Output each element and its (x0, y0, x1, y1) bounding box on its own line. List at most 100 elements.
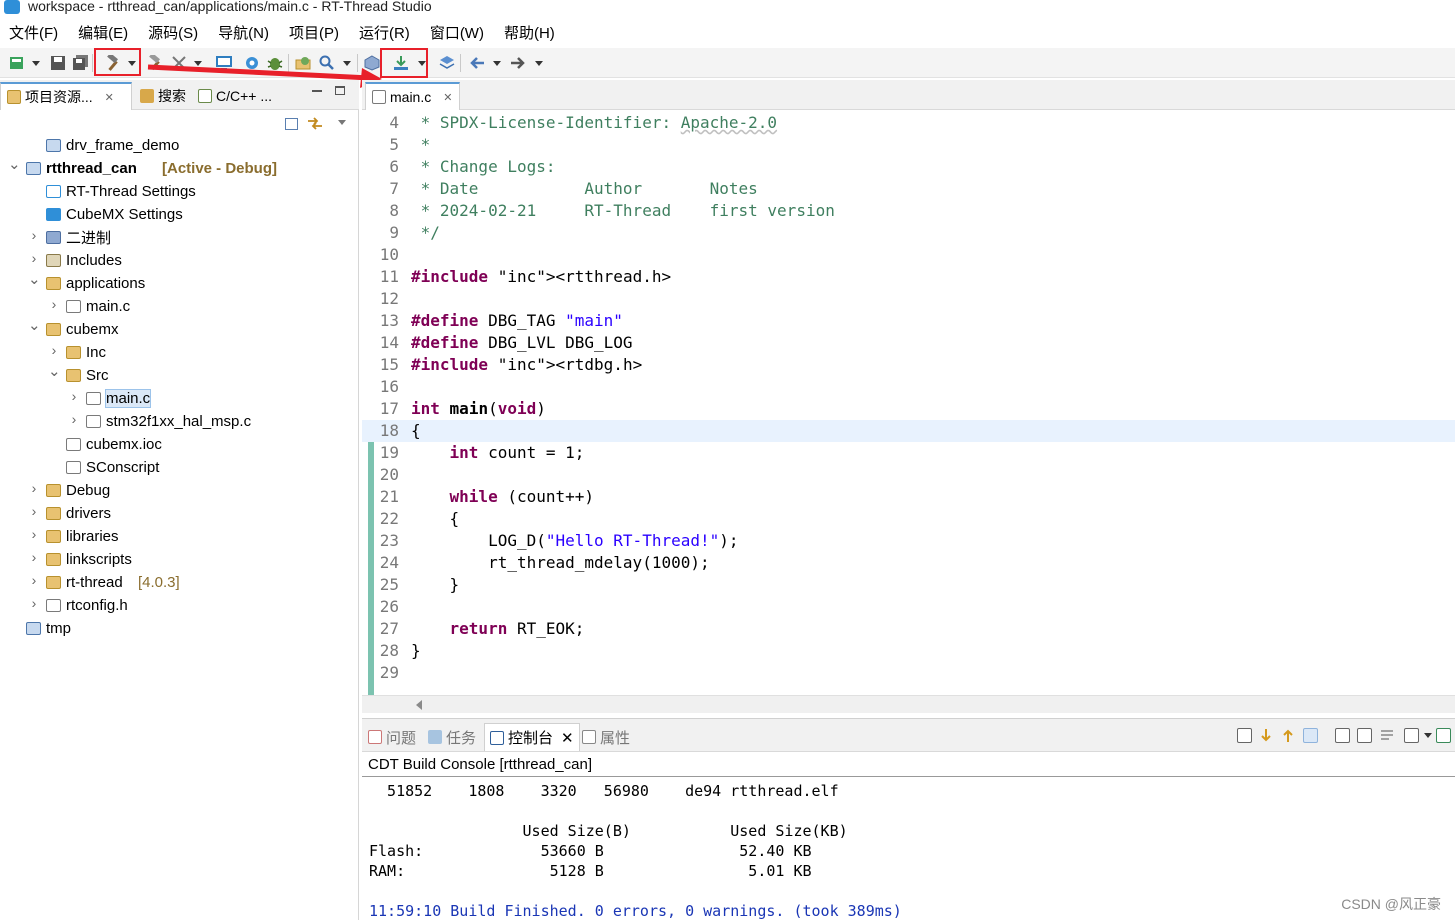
next-icon[interactable] (1259, 728, 1274, 743)
code-line[interactable]: 22 { (362, 508, 1455, 530)
clear-console-icon[interactable] (1237, 728, 1252, 743)
chevron-down-icon[interactable]: ⌄ (8, 155, 21, 173)
tree-item[interactable]: CubeMX Settings (0, 203, 359, 226)
code-line[interactable]: 4 * SPDX-License-Identifier: Apache-2.0 (362, 112, 1455, 134)
tree-item-label: rt-thread (66, 574, 123, 591)
chevron-down-icon[interactable]: ⌄ (48, 362, 61, 380)
code-line[interactable]: 6 * Change Logs: (362, 156, 1455, 178)
code-line[interactable]: 15 #include "inc"><rtdbg.h> (362, 354, 1455, 376)
tab-project-explorer[interactable]: 项目资源... ✕ (0, 82, 132, 110)
tab-properties[interactable]: 属性 (582, 723, 630, 751)
tree-item[interactable]: › libraries (0, 525, 359, 548)
code-line[interactable]: 5 * (362, 134, 1455, 156)
code-line[interactable]: 27 return RT_EOK; (362, 618, 1455, 640)
code-line[interactable]: 9 */ (362, 222, 1455, 244)
tab-tasks[interactable]: 任务 (428, 723, 476, 751)
chevron-right-icon[interactable]: › (28, 227, 40, 243)
code-line[interactable]: 19 int count = 1; (362, 442, 1455, 464)
code-line[interactable]: 29 (362, 662, 1455, 684)
tree-item[interactable]: RT-Thread Settings (0, 180, 359, 203)
code-line[interactable]: 28} (362, 640, 1455, 662)
tree-item[interactable]: › Includes (0, 249, 359, 272)
scroll-lock-icon[interactable] (1303, 728, 1318, 743)
code-editor[interactable]: 4 * SPDX-License-Identifier: Apache-2.0 5… (362, 112, 1455, 704)
line-number: 26 (379, 597, 399, 616)
collapse-all-icon[interactable] (285, 118, 298, 130)
close-icon[interactable]: ✕ (443, 91, 452, 104)
maximize-icon[interactable] (335, 86, 345, 95)
tab-console[interactable]: 控制台 ✕ (484, 723, 580, 751)
code-line[interactable]: 10 (362, 244, 1455, 266)
code-line[interactable]: 14 #define DBG_LVL DBG_LOG (362, 332, 1455, 354)
c-file-icon (66, 300, 81, 313)
tree-item[interactable]: › Debug (0, 479, 359, 502)
folder-icon (46, 553, 61, 566)
chevron-right-icon[interactable]: › (28, 503, 40, 519)
tab-cpp[interactable]: C/C++ ... (192, 82, 278, 110)
link-editor-icon[interactable] (307, 116, 323, 131)
code-line[interactable]: 25 } (362, 574, 1455, 596)
tree-item[interactable]: › main.c (0, 387, 359, 410)
chevron-right-icon[interactable]: › (68, 388, 80, 404)
chevron-right-icon[interactable]: › (28, 549, 40, 565)
chevron-right-icon[interactable]: › (48, 342, 60, 358)
code-line[interactable]: 26 (362, 596, 1455, 618)
tree-item[interactable]: drv_frame_demo (0, 134, 359, 157)
tree-item[interactable]: › drivers (0, 502, 359, 525)
close-icon[interactable]: ✕ (561, 729, 574, 747)
tree-item[interactable]: › rtconfig.h (0, 594, 359, 617)
tab-main-c[interactable]: main.c ✕ (365, 82, 460, 110)
code-line[interactable]: 18 { (362, 420, 1455, 442)
tree-item[interactable]: › rt-thread [4.0.3] (0, 571, 359, 594)
folder-icon (46, 323, 61, 336)
horizontal-scrollbar[interactable] (362, 695, 1455, 713)
chevron-down-icon[interactable] (1424, 733, 1432, 738)
scroll-left-icon[interactable] (416, 700, 422, 710)
code-line[interactable]: 17 int main(void) (362, 398, 1455, 420)
minimize-icon[interactable] (312, 90, 322, 92)
tree-item[interactable]: ⌄ rtthread_can [Active - Debug] (0, 155, 359, 180)
chevron-right-icon[interactable]: › (28, 480, 40, 496)
new-console-icon[interactable] (1436, 728, 1451, 743)
chevron-right-icon[interactable]: › (28, 526, 40, 542)
tree-item[interactable]: ⌄ cubemx (0, 316, 359, 341)
code-line[interactable]: 23 LOG_D("Hello RT-Thread!"); (362, 530, 1455, 552)
tree-item[interactable]: tmp (0, 617, 359, 640)
code-line[interactable]: 24 rt_thread_mdelay(1000); (362, 552, 1455, 574)
code-line[interactable]: 21 while (count++) (362, 486, 1455, 508)
previous-icon[interactable] (1281, 728, 1296, 743)
display-console-icon[interactable] (1357, 728, 1372, 743)
tab-problems[interactable]: 问题 (368, 723, 416, 751)
chevron-right-icon[interactable]: › (28, 572, 40, 588)
chevron-right-icon[interactable]: › (28, 250, 40, 266)
tree-item[interactable]: › 二进制 (0, 226, 359, 249)
code-line[interactable]: 8 * 2024-02-21 RT-Thread first version (362, 200, 1455, 222)
code-line[interactable]: 12 (362, 288, 1455, 310)
tree-item[interactable]: › Inc (0, 341, 359, 364)
tab-search[interactable]: 搜索 (134, 82, 192, 110)
tree-item[interactable]: › main.c (0, 295, 359, 318)
word-wrap-icon[interactable] (1380, 728, 1395, 743)
tree-item[interactable]: ⌄ applications (0, 270, 359, 295)
pin-console-icon[interactable] (1335, 728, 1350, 743)
view-menu-icon[interactable] (338, 120, 346, 125)
tree-item[interactable]: › linkscripts (0, 548, 359, 571)
code-line[interactable]: 20 (362, 464, 1455, 486)
chevron-right-icon[interactable]: › (48, 296, 60, 312)
code-line[interactable]: 16 (362, 376, 1455, 398)
project-explorer-pane: 项目资源... ✕ 搜索 C/C++ ... drv_frame_demo ⌄ rt… (0, 80, 359, 920)
code-line[interactable]: 7 * Date Author Notes (362, 178, 1455, 200)
close-icon[interactable]: ✕ (105, 91, 114, 104)
chevron-right-icon[interactable]: › (28, 595, 40, 611)
line-number: 12 (379, 289, 399, 308)
tree-item[interactable]: cubemx.ioc (0, 433, 359, 456)
chevron-right-icon[interactable]: › (68, 411, 80, 427)
chevron-down-icon[interactable]: ⌄ (28, 270, 41, 288)
code-line[interactable]: 13 #define DBG_TAG "main" (362, 310, 1455, 332)
tree-item[interactable]: SConscript (0, 456, 359, 479)
tree-item[interactable]: › stm32f1xx_hal_msp.c (0, 410, 359, 433)
chevron-down-icon[interactable]: ⌄ (28, 316, 41, 334)
code-line[interactable]: 11 #include "inc"><rtthread.h> (362, 266, 1455, 288)
open-console-icon[interactable] (1404, 728, 1419, 743)
tree-item[interactable]: ⌄ Src (0, 362, 359, 387)
